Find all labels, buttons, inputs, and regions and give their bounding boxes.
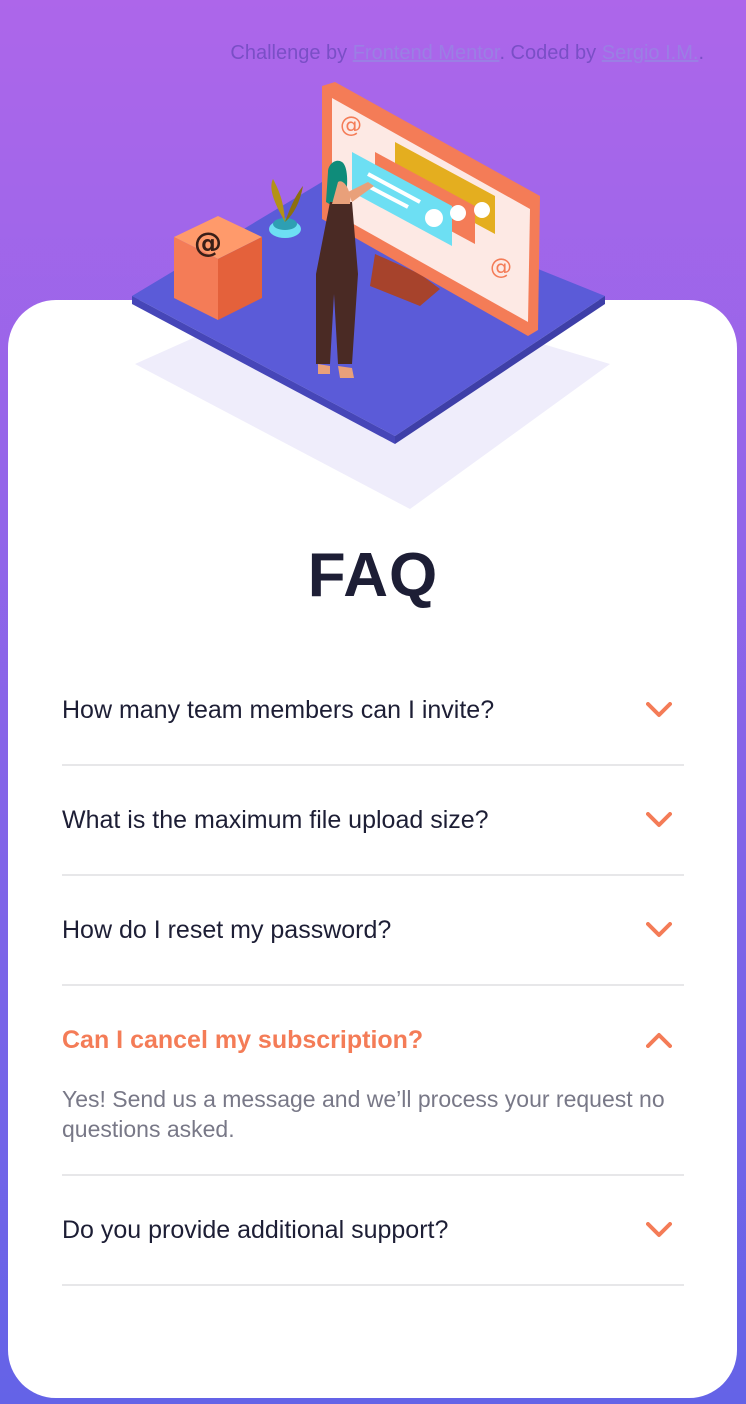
chevron-up-icon[interactable] — [642, 1029, 676, 1051]
frontend-mentor-link[interactable]: Frontend Mentor — [353, 42, 500, 64]
faq-question-text: How many team members can I invite? — [62, 695, 495, 724]
svg-text:@: @ — [490, 255, 512, 280]
faq-answer: Yes! Send us a message and we’ll process… — [62, 1086, 665, 1142]
faq-item: What is the maximum file upload size? — [62, 766, 684, 876]
faq-question-text: What is the maximum file upload size? — [62, 805, 489, 834]
faq-item: How many team members can I invite? — [62, 656, 684, 766]
faq-list: How many team members can I invite? What … — [62, 656, 684, 1286]
svg-text:@: @ — [194, 226, 222, 259]
author-link[interactable]: Sergio I.M. — [602, 42, 699, 64]
faq-item: Can I cancel my subscription? Yes! Send u… — [62, 986, 684, 1176]
faq-item: How do I reset my password? — [62, 876, 684, 986]
faq-question-toggle[interactable]: How many team members can I invite? — [62, 656, 684, 764]
faq-question-toggle[interactable]: Can I cancel my subscription? — [62, 986, 684, 1094]
faq-question-toggle[interactable]: What is the maximum file upload size? — [62, 766, 684, 874]
attribution: Challenge by Frontend Mentor. Coded by S… — [230, 42, 704, 65]
attribution-prefix: Challenge by — [230, 42, 353, 64]
chevron-down-icon[interactable] — [642, 809, 676, 831]
chevron-down-icon[interactable] — [642, 919, 676, 941]
faq-item: Do you provide additional support? — [62, 1176, 684, 1286]
hero-illustration: @ @ @ — [132, 82, 610, 509]
chevron-down-icon[interactable] — [642, 1219, 676, 1241]
faq-question-toggle[interactable]: How do I reset my password? — [62, 876, 684, 984]
chevron-down-icon[interactable] — [642, 699, 676, 721]
svg-text:@: @ — [340, 113, 362, 138]
faq-question-text: Can I cancel my subscription? — [62, 1025, 424, 1054]
attribution-suffix: . — [698, 42, 704, 64]
faq-question-text: How do I reset my password? — [62, 915, 392, 944]
faq-question-text: Do you provide additional support? — [62, 1215, 449, 1244]
attribution-middle: . Coded by — [499, 42, 602, 64]
page-title: FAQ — [307, 541, 439, 610]
faq-question-toggle[interactable]: Do you provide additional support? — [62, 1176, 684, 1284]
